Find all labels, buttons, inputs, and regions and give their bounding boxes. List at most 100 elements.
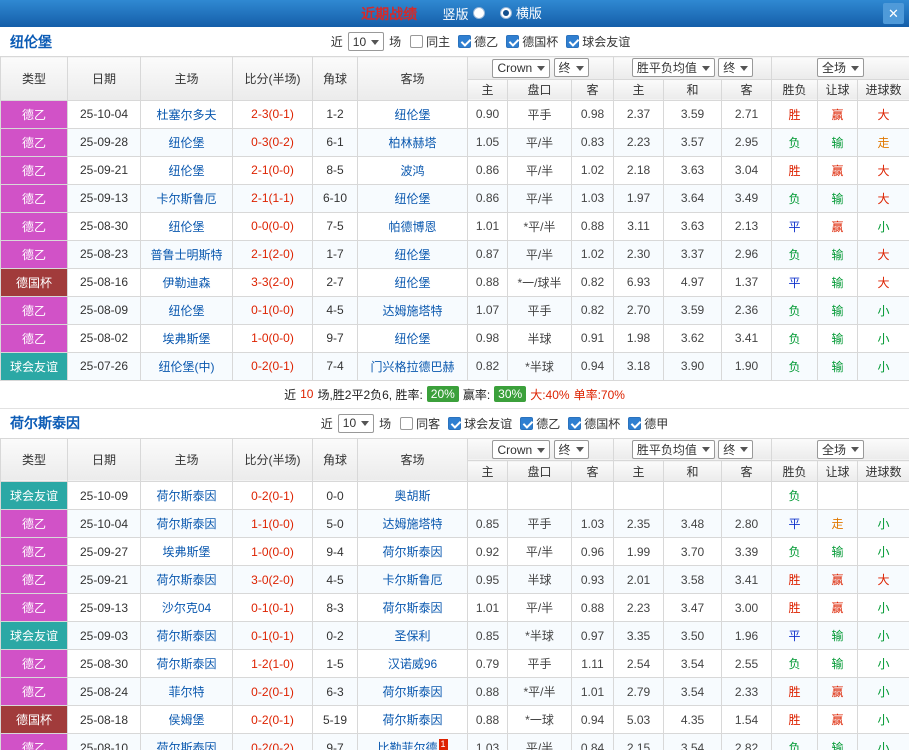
layout-vertical-option[interactable]: 竖版 [442,4,485,23]
odds-company-select[interactable]: Crown [492,58,551,78]
away-team[interactable]: 波鸿 [357,155,468,185]
team-name[interactable]: 纽伦堡 [10,32,52,52]
result-outcome: 胜 [771,593,819,622]
odds-company-select[interactable]: Crown [492,440,551,459]
home-team[interactable]: 沙尔克04 [140,593,233,622]
match-count-select[interactable]: 10 [347,32,385,51]
filter-label: 德国杯 [584,416,621,431]
home-team[interactable]: 荷尔斯泰因 [140,621,233,650]
match-score: 1-0(0-0) [232,537,313,566]
scope-select[interactable]: 全场 [817,58,865,78]
result-outcome: 负 [771,183,819,213]
match-count-value: 10 [342,416,357,430]
home-team[interactable]: 荷尔斯泰因 [140,509,233,538]
away-team[interactable]: 荷尔斯泰因 [357,537,468,566]
filter-德乙[interactable]: 德乙 [458,33,498,50]
home-team[interactable]: 纽伦堡 [140,295,233,325]
mean-odds-select[interactable]: 胜平负均值 [631,439,715,459]
radio-unselected-icon[interactable] [472,7,485,20]
home-team[interactable]: 荷尔斯泰因 [140,733,233,750]
home-team[interactable]: 荷尔斯泰因 [140,565,233,594]
col-result-outcome: 胜负 [771,460,819,482]
away-team[interactable]: 比勒菲尔德 1 [357,733,468,750]
home-team[interactable]: 荷尔斯泰因 [140,649,233,678]
checkbox-checked-icon[interactable] [448,416,462,430]
result-handicap: 输 [817,295,859,325]
final-odds-select[interactable]: 终 [553,439,589,459]
odds-away: 0.96 [570,537,615,566]
radio-selected-icon[interactable] [499,6,512,19]
checkbox-checked-icon[interactable] [566,35,580,48]
filter-德甲[interactable]: 德甲 [628,415,668,432]
away-team[interactable]: 纽伦堡 [357,323,468,353]
match-type: 德乙 [0,155,68,185]
away-team[interactable]: 达姆施塔特 [357,295,468,325]
away-team[interactable]: 柏林赫塔 [357,127,468,157]
match-row: 德乙 25-08-02 埃弗斯堡 1-0(0-0) 9-7 纽伦堡 0.98 半球 0.91 1.… [0,323,909,353]
odds-home: 0.90 [467,99,508,129]
match-count-select[interactable]: 10 [337,413,375,433]
home-team[interactable]: 纽伦堡 [140,155,233,185]
home-team[interactable]: 伊勒迪森 [140,267,233,297]
odds-handicap: *一/球半 [507,267,572,297]
filter-德国杯[interactable]: 德国杯 [506,33,558,50]
mean-group-header: 胜平负均值 终 [613,437,773,461]
final-odds-select[interactable]: 终 [553,58,589,77]
away-team[interactable]: 汉诺威96 [357,649,468,678]
away-team[interactable]: 纽伦堡 [357,239,468,269]
home-team[interactable]: 侯姆堡 [140,705,233,734]
home-team[interactable]: 荷尔斯泰因 [140,481,233,510]
games-label: 场 [379,416,392,431]
away-team[interactable]: 纽伦堡 [357,99,468,129]
away-team[interactable]: 荷尔斯泰因 [357,593,468,622]
result-handicap [817,481,859,510]
match-type: 德国杯 [0,705,68,734]
home-team[interactable]: 埃弗斯堡 [140,323,233,353]
close-button[interactable]: ✕ [883,3,904,24]
checkbox-checked-icon[interactable] [506,35,520,48]
home-team[interactable]: 普鲁士明斯特 [140,239,233,269]
filter-德国杯[interactable]: 德国杯 [568,415,620,432]
filter-label: 德乙 [474,35,499,49]
checkbox-unchecked-icon[interactable] [400,416,414,430]
match-type: 德乙 [0,183,68,213]
checkbox-checked-icon[interactable] [628,416,642,430]
away-team[interactable]: 圣保利 [357,621,468,650]
final-mean-select[interactable]: 终 [718,439,754,459]
home-team[interactable]: 杜塞尔多夫 [140,99,233,129]
checkbox-checked-icon[interactable] [458,35,472,48]
home-team[interactable]: 卡尔斯鲁厄 [140,183,233,213]
filter-球会友谊[interactable]: 球会友谊 [566,33,630,50]
home-team[interactable]: 纽伦堡 [140,211,233,241]
away-team[interactable]: 卡尔斯鲁厄 [357,565,468,594]
away-team[interactable]: 荷尔斯泰因 [357,677,468,706]
result-goals: 小 [857,733,909,750]
mean-odds-select[interactable]: 胜平负均值 [631,58,715,78]
top-bar-center: 近期战绩 竖版 横版 [361,3,548,24]
away-team[interactable]: 纽伦堡 [357,267,468,297]
scope-select[interactable]: 全场 [817,439,865,459]
filter-德乙[interactable]: 德乙 [520,415,560,432]
filter-同主[interactable]: 同主 [410,33,450,50]
home-team[interactable]: 纽伦堡 [140,127,233,157]
away-team[interactable]: 奥胡斯 [357,481,468,510]
checkbox-checked-icon[interactable] [520,416,534,430]
home-team[interactable]: 埃弗斯堡 [140,537,233,566]
final-mean-select[interactable]: 终 [718,58,754,78]
team-name[interactable]: 荷尔斯泰因 [10,413,80,433]
away-team[interactable]: 荷尔斯泰因 [357,705,468,734]
mean-draw: 3.63 [663,211,723,241]
filter-球会友谊[interactable]: 球会友谊 [448,415,512,432]
away-team[interactable]: 门兴格拉德巴赫 [357,351,468,381]
away-team[interactable]: 纽伦堡 [357,183,468,213]
home-team[interactable]: 菲尔特 [140,677,233,706]
away-team[interactable]: 帕德博恩 [357,211,468,241]
filter-同客[interactable]: 同客 [400,415,440,432]
home-team[interactable]: 纽伦堡(中) [140,351,233,381]
layout-horizontal-option[interactable]: 横版 [499,3,542,22]
match-type: 德乙 [0,593,68,622]
checkbox-unchecked-icon[interactable] [410,35,424,48]
checkbox-checked-icon[interactable] [568,416,582,430]
away-team[interactable]: 达姆施塔特 [357,509,468,538]
chevron-down-icon [537,447,546,457]
